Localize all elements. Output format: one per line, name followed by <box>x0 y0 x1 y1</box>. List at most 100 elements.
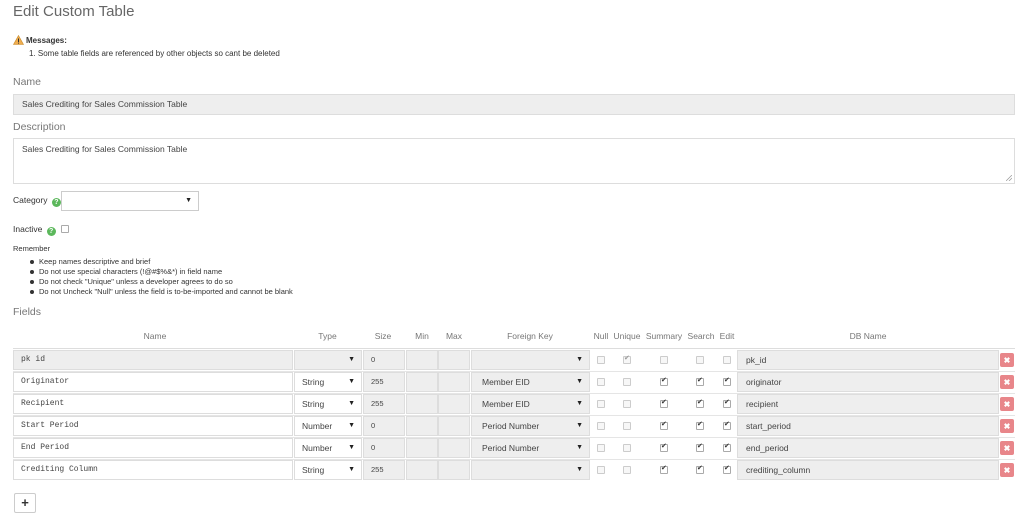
field-name-input[interactable]: Crediting Column <box>13 460 293 480</box>
foreign-key-value: Member EID <box>482 399 530 409</box>
db-name-input[interactable]: recipient <box>737 394 999 414</box>
unique-checkbox[interactable] <box>623 378 631 386</box>
edit-checkbox[interactable] <box>723 376 731 386</box>
field-name-input[interactable]: End Period <box>13 438 293 458</box>
null-checkbox[interactable] <box>597 356 605 364</box>
field-name-input[interactable]: pk id <box>13 350 293 370</box>
delete-row-button[interactable]: ✖ <box>1000 375 1014 389</box>
category-select[interactable]: ▼ <box>61 191 199 211</box>
help-icon[interactable]: ? <box>51 198 61 207</box>
null-checkbox[interactable] <box>597 422 605 430</box>
summary-checkbox[interactable] <box>660 356 668 364</box>
remember-list: Keep names descriptive and brief Do not … <box>30 257 293 297</box>
field-max-input[interactable] <box>438 350 470 370</box>
inactive-checkbox[interactable] <box>61 225 70 233</box>
field-name-input[interactable]: Start Period <box>13 416 293 436</box>
foreign-key-value: Period Number <box>482 443 540 453</box>
edit-checkbox[interactable] <box>723 398 731 408</box>
db-name-input[interactable]: pk_id <box>737 350 999 370</box>
delete-row-button[interactable]: ✖ <box>1000 441 1014 455</box>
field-type-select[interactable]: String ▼ <box>294 372 362 392</box>
db-name-input[interactable]: crediting_column <box>737 460 999 480</box>
summary-checkbox[interactable] <box>660 420 668 430</box>
description-textarea[interactable]: Sales Crediting for Sales Commission Tab… <box>13 138 1015 184</box>
unique-checkbox[interactable] <box>623 444 631 452</box>
field-size-input[interactable]: 0 <box>363 416 405 436</box>
resize-handle-icon[interactable] <box>1006 175 1012 181</box>
summary-checkbox[interactable] <box>660 376 668 386</box>
field-type-select[interactable]: Number ▼ <box>294 416 362 436</box>
field-size-input[interactable]: 255 <box>363 372 405 392</box>
search-checkbox[interactable] <box>696 376 704 386</box>
field-min-input[interactable] <box>406 438 438 458</box>
messages-heading-text: Messages: <box>26 36 67 45</box>
column-header-size: Size <box>374 331 392 341</box>
foreign-key-select[interactable]: ▼ <box>471 460 590 480</box>
foreign-key-select[interactable]: Member EID ▼ <box>471 372 590 392</box>
delete-row-button[interactable]: ✖ <box>1000 397 1014 411</box>
column-header-null: Null <box>593 331 609 341</box>
search-checkbox[interactable] <box>696 356 704 364</box>
field-size-input[interactable]: 0 <box>363 438 405 458</box>
db-name-input[interactable]: originator <box>737 372 999 392</box>
edit-checkbox[interactable] <box>723 442 731 452</box>
search-checkbox[interactable] <box>696 420 704 430</box>
summary-checkbox[interactable] <box>660 464 668 474</box>
delete-row-button[interactable]: ✖ <box>1000 419 1014 433</box>
field-type-select[interactable]: Number ▼ <box>294 438 362 458</box>
field-max-input[interactable] <box>438 394 470 414</box>
summary-checkbox[interactable] <box>660 398 668 408</box>
summary-checkbox[interactable] <box>660 442 668 452</box>
field-size-input[interactable]: 255 <box>363 394 405 414</box>
field-name-input[interactable]: Recipient <box>13 394 293 414</box>
foreign-key-select[interactable]: Period Number ▼ <box>471 438 590 458</box>
plus-icon: + <box>21 495 29 510</box>
edit-checkbox[interactable] <box>723 464 731 474</box>
unique-checkbox[interactable] <box>623 466 631 474</box>
null-checkbox[interactable] <box>597 378 605 386</box>
field-size-input[interactable]: 0 <box>363 350 405 370</box>
db-name-input[interactable]: start_period <box>737 416 999 436</box>
field-max-input[interactable] <box>438 372 470 392</box>
field-type-select[interactable]: ▼ <box>294 350 362 370</box>
field-max-input[interactable] <box>438 416 470 436</box>
edit-checkbox[interactable] <box>723 420 731 430</box>
field-min-input[interactable] <box>406 416 438 436</box>
unique-checkbox[interactable] <box>623 354 631 364</box>
field-min-input[interactable] <box>406 460 438 480</box>
unique-checkbox[interactable] <box>623 422 631 430</box>
unique-checkbox[interactable] <box>623 400 631 408</box>
null-checkbox[interactable] <box>597 400 605 408</box>
foreign-key-select[interactable]: Member EID ▼ <box>471 394 590 414</box>
field-min-input[interactable] <box>406 372 438 392</box>
field-type-select[interactable]: String ▼ <box>294 460 362 480</box>
delete-row-button[interactable]: ✖ <box>1000 463 1014 477</box>
field-type-select[interactable]: String ▼ <box>294 394 362 414</box>
search-checkbox[interactable] <box>696 442 704 452</box>
search-checkbox[interactable] <box>696 398 704 408</box>
category-label-text: Category <box>13 195 48 205</box>
null-checkbox[interactable] <box>597 444 605 452</box>
help-icon[interactable]: ? <box>46 227 56 236</box>
field-size-input[interactable]: 255 <box>363 460 405 480</box>
field-name-input[interactable]: Originator <box>13 372 293 392</box>
inactive-label-text: Inactive <box>13 224 43 234</box>
foreign-key-select[interactable]: Period Number ▼ <box>471 416 590 436</box>
null-checkbox[interactable] <box>597 466 605 474</box>
add-field-button[interactable]: + <box>14 493 36 513</box>
delete-icon: ✖ <box>1003 378 1011 387</box>
page-title: Edit Custom Table <box>13 3 135 20</box>
caret-down-icon: ▼ <box>348 400 355 407</box>
field-min-input[interactable] <box>406 394 438 414</box>
column-header-name: Name <box>143 331 167 341</box>
delete-row-button[interactable]: ✖ <box>1000 353 1014 367</box>
field-max-input[interactable] <box>438 460 470 480</box>
caret-down-icon: ▼ <box>576 400 583 407</box>
db-name-input[interactable]: end_period <box>737 438 999 458</box>
search-checkbox[interactable] <box>696 464 704 474</box>
edit-checkbox[interactable] <box>723 356 731 364</box>
field-max-input[interactable] <box>438 438 470 458</box>
field-min-input[interactable] <box>406 350 438 370</box>
foreign-key-select[interactable]: ▼ <box>471 350 590 370</box>
name-input[interactable]: Sales Crediting for Sales Commission Tab… <box>13 94 1015 115</box>
